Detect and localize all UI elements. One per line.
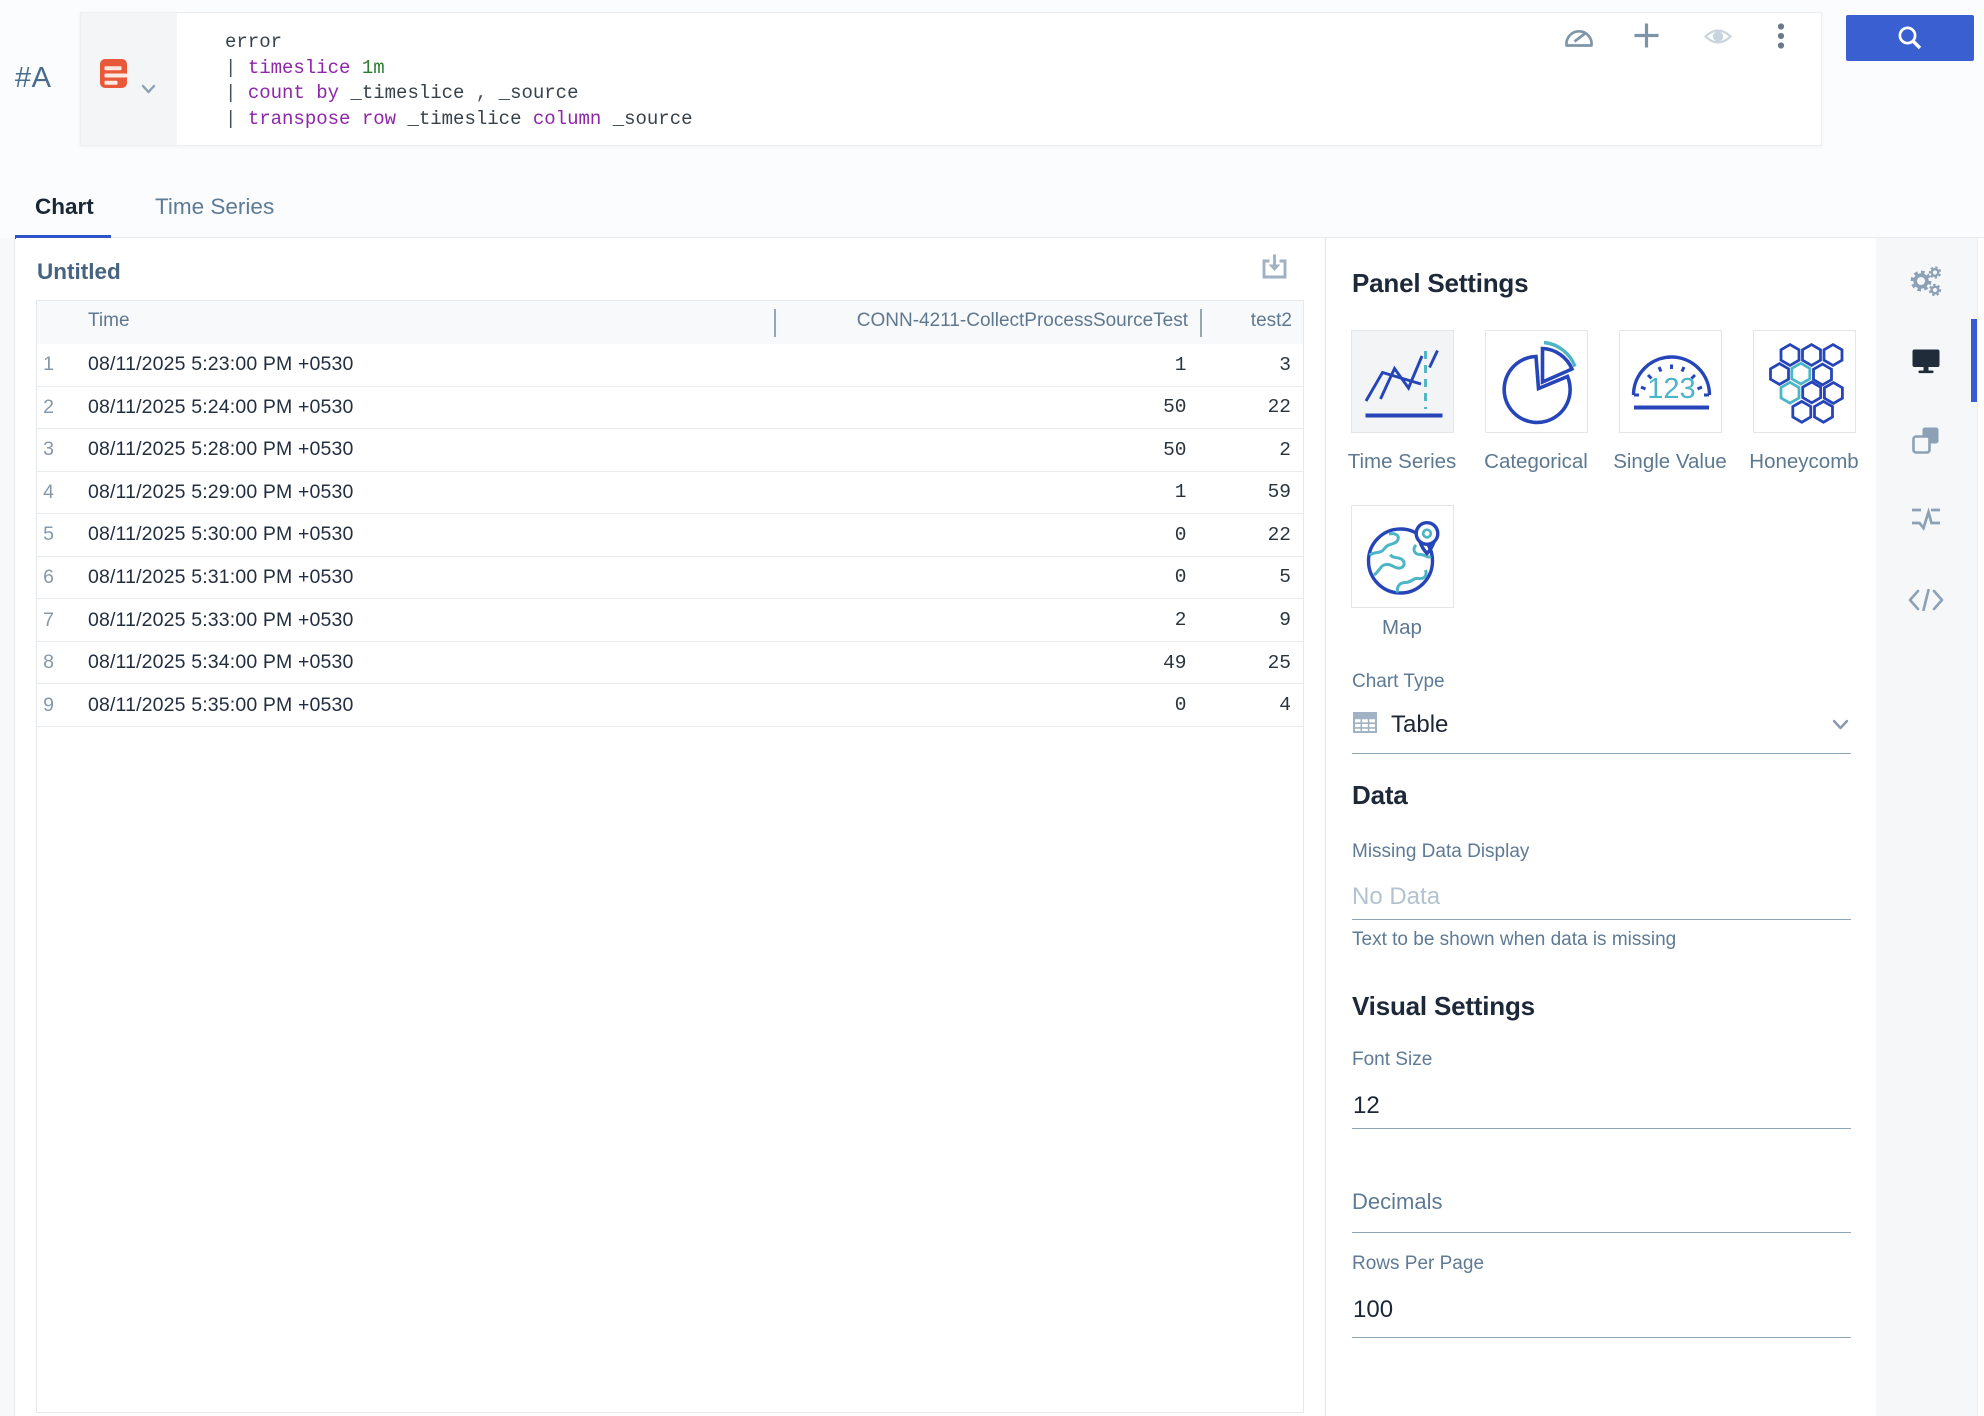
svg-text:123: 123 bbox=[1647, 373, 1695, 405]
